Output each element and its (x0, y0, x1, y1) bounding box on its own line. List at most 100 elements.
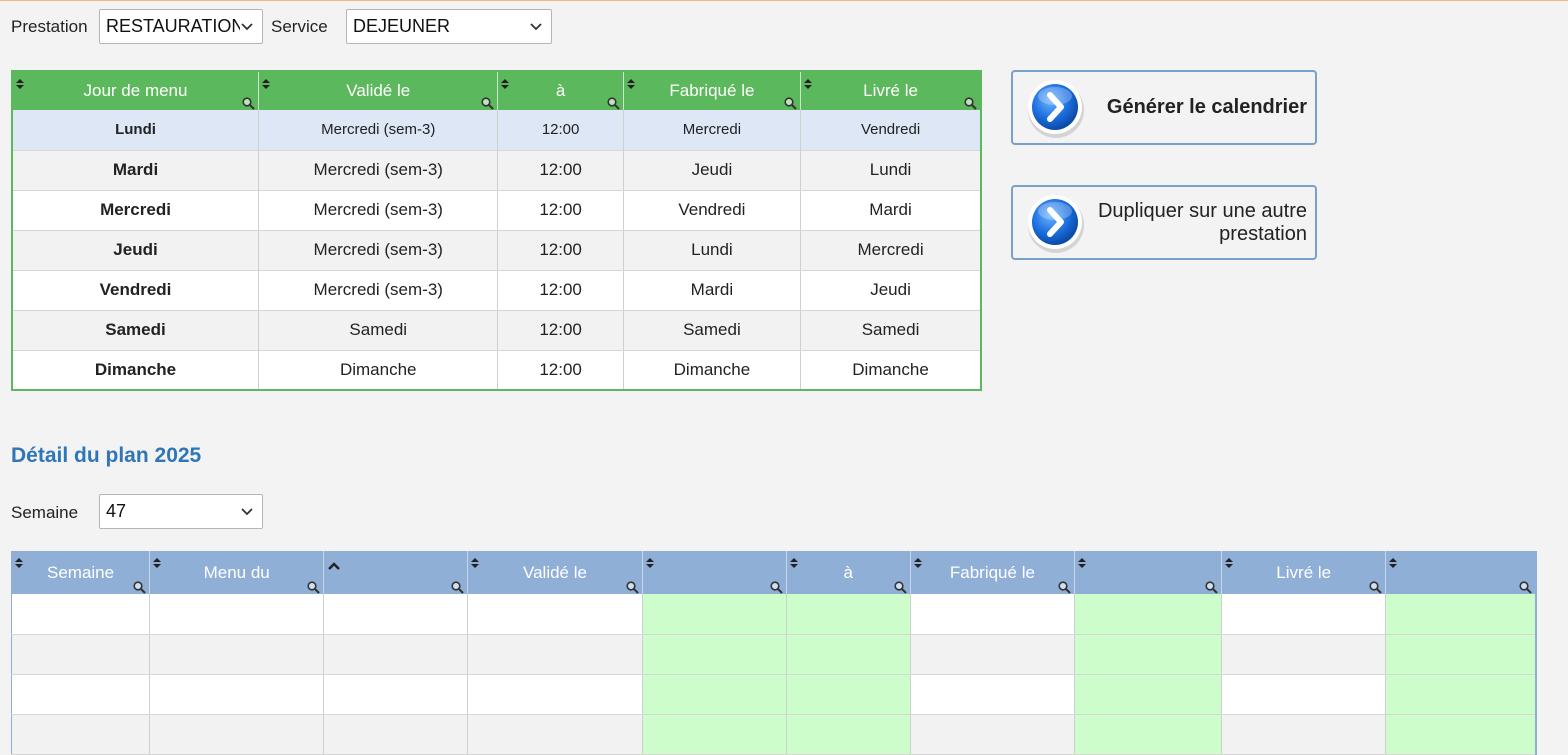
table-cell: Jeudi (800, 270, 982, 311)
menu-schedule-table: Jour de menu Validé le à Fabriqué le Livré l… (11, 70, 982, 391)
table-row[interactable]: Vendredi Mercredi (sem-3) 12:00 Mardi Jeudi (12, 270, 982, 311)
search-icon[interactable] (242, 95, 255, 110)
detail-column-header-label: Semaine (47, 562, 115, 582)
search-icon[interactable] (784, 95, 797, 110)
search-icon[interactable] (451, 579, 465, 594)
sort-icon[interactable] (1077, 553, 1086, 568)
sort-icon[interactable] (804, 74, 813, 89)
sort-icon[interactable] (626, 74, 635, 89)
table-cell: Mercredi (sem-3) (258, 190, 499, 231)
menu-day-cell: Jeudi (12, 230, 259, 271)
table-row[interactable]: Lundi Mercredi (sem-3) 12:00 Mercredi Vendre… (12, 110, 982, 151)
duplicate-label: Dupliquer sur une autre prestation (1097, 199, 1307, 245)
menu-column-header-label: à (555, 81, 566, 100)
search-icon[interactable] (1205, 579, 1218, 594)
highlighted-cell (1385, 634, 1537, 675)
sort-icon[interactable] (913, 553, 922, 568)
service-select-value: DEJEUNER (353, 16, 451, 36)
menu-column-header[interactable]: Validé le (258, 71, 499, 110)
sort-icon[interactable] (153, 553, 162, 568)
detail-column-header[interactable]: à (786, 551, 911, 594)
search-icon[interactable] (894, 579, 907, 594)
table-cell: Samedi (800, 310, 982, 351)
search-icon[interactable] (133, 579, 146, 594)
table-row[interactable] (11, 634, 1537, 675)
sort-ascending-icon[interactable] (328, 555, 341, 570)
week-select-value: 47 (106, 501, 127, 521)
table-cell: Vendredi (800, 110, 982, 151)
menu-day-cell: Lundi (12, 110, 259, 151)
table-cell: 12:00 (497, 350, 624, 391)
duplicate-button[interactable]: Dupliquer sur une autre prestation (1011, 185, 1317, 260)
highlighted-cell (1385, 714, 1537, 755)
sort-icon[interactable] (15, 553, 23, 568)
search-icon[interactable] (1058, 579, 1071, 594)
sort-icon[interactable] (16, 74, 24, 89)
detail-column-header[interactable]: Semaine (11, 551, 151, 594)
table-cell (467, 594, 643, 635)
table-row[interactable]: Mardi Mercredi (sem-3) 12:00 Jeudi Lundi (12, 150, 982, 191)
week-label: Semaine (11, 503, 79, 522)
sort-icon[interactable] (789, 553, 798, 568)
table-cell (467, 674, 643, 715)
table-cell: 12:00 (497, 190, 624, 231)
highlighted-cell (642, 714, 787, 755)
table-row[interactable] (11, 674, 1537, 715)
menu-column-header-label: Fabriqué le (669, 81, 755, 100)
highlighted-cell (786, 634, 911, 675)
table-cell (323, 674, 469, 715)
sort-icon[interactable] (501, 74, 510, 89)
detail-column-header[interactable]: Validé le (467, 551, 643, 594)
detail-column-header[interactable] (1074, 551, 1223, 594)
sort-icon[interactable] (262, 74, 270, 89)
search-icon[interactable] (1519, 579, 1532, 594)
prestation-select[interactable]: RESTAURATION (99, 9, 263, 44)
search-icon[interactable] (481, 95, 495, 110)
generate-calendar-button[interactable]: Générer le calendrier (1011, 70, 1317, 145)
table-cell (149, 594, 325, 635)
highlighted-cell (786, 714, 911, 755)
detail-column-header[interactable] (1385, 551, 1537, 594)
detail-plan-table: Semaine Menu du Validé le à Fabriqué le Livré… (11, 551, 1537, 755)
table-cell (910, 674, 1075, 715)
table-cell (149, 714, 325, 755)
table-row[interactable]: Dimanche Dimanche 12:00 Dimanche Dimanche (12, 350, 982, 391)
menu-column-header-label: Livré le (863, 81, 918, 100)
table-cell (1221, 634, 1387, 675)
sort-icon[interactable] (645, 553, 654, 568)
table-cell: Mercredi (sem-3) (258, 150, 499, 191)
search-icon[interactable] (1369, 579, 1382, 594)
detail-column-header[interactable] (642, 551, 787, 594)
table-row[interactable] (11, 714, 1537, 755)
chevron-down-icon (240, 10, 254, 43)
table-row[interactable]: Mercredi Mercredi (sem-3) 12:00 Vendredi Mar… (12, 190, 982, 231)
detail-column-header[interactable]: Fabriqué le (910, 551, 1075, 594)
service-select[interactable]: DEJEUNER (346, 9, 552, 44)
table-cell (323, 714, 469, 755)
detail-column-header[interactable] (323, 551, 469, 594)
table-cell: 12:00 (497, 150, 624, 191)
menu-column-header[interactable]: Fabriqué le (623, 71, 802, 110)
table-row[interactable] (11, 594, 1537, 635)
menu-column-header[interactable]: à (497, 71, 624, 110)
detail-title: Détail du plan 2025 (11, 444, 202, 467)
table-row[interactable]: Jeudi Mercredi (sem-3) 12:00 Lundi Mercredi (12, 230, 982, 271)
sort-icon[interactable] (1225, 553, 1234, 568)
table-cell: Mercredi (sem-3) (258, 110, 499, 151)
table-row[interactable]: Samedi Samedi 12:00 Samedi Samedi (12, 310, 982, 351)
detail-column-header[interactable]: Livré le (1221, 551, 1387, 594)
search-icon[interactable] (625, 579, 639, 594)
week-select[interactable]: 47 (99, 494, 263, 529)
sort-icon[interactable] (471, 553, 480, 568)
table-cell (910, 594, 1075, 635)
search-icon[interactable] (964, 95, 977, 110)
menu-column-header[interactable]: Livré le (800, 71, 982, 110)
detail-column-header[interactable]: Menu du (149, 551, 325, 594)
search-icon[interactable] (607, 95, 620, 110)
search-icon[interactable] (307, 579, 320, 594)
generate-calendar-label: Générer le calendrier (1106, 96, 1307, 118)
table-cell: Dimanche (623, 350, 802, 391)
search-icon[interactable] (770, 579, 783, 594)
menu-column-header[interactable]: Jour de menu (12, 71, 259, 110)
sort-icon[interactable] (1389, 553, 1398, 568)
